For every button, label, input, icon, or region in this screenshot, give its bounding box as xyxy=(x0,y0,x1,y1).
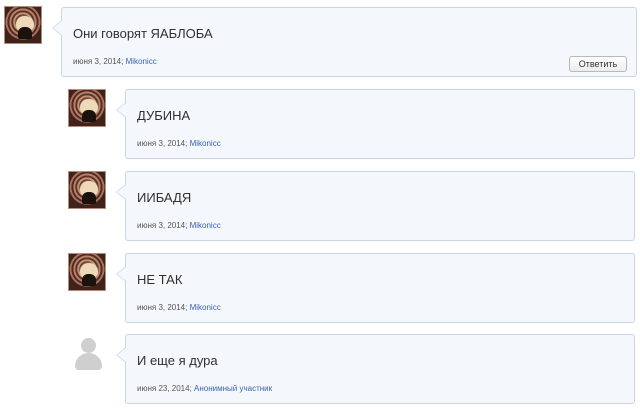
comment-meta: июня 3, 2014; Mikonicc xyxy=(137,139,221,149)
comment-bubble: Они говорят ЯАБЛОБА июня 3, 2014; Mikoni… xyxy=(52,7,637,77)
comment-1: Они говорят ЯАБЛОБА июня 3, 2014; Mikoni… xyxy=(0,0,640,80)
comment-author-link[interactable]: Mikonicc xyxy=(190,139,221,148)
comment-meta: июня 23, 2014; Анонимный участник xyxy=(137,384,272,394)
comment-date: июня 3, 2014; xyxy=(137,221,190,230)
comment-5: И еще я дура июня 23, 2014; Анонимный уч… xyxy=(0,330,640,408)
comment-2: ДУБИНА июня 3, 2014; Mikonicc xyxy=(0,84,640,164)
comment-date: июня 3, 2014; xyxy=(137,139,190,148)
comment-author-link[interactable]: Mikonicc xyxy=(126,57,157,66)
comment-meta: июня 3, 2014; Mikonicc xyxy=(137,221,221,231)
comment-meta: июня 3, 2014; Mikonicc xyxy=(73,57,157,67)
comment-bubble: И еще я дура июня 23, 2014; Анонимный уч… xyxy=(116,334,635,404)
comment-text: Они говорят ЯАБЛОБА xyxy=(73,26,213,41)
reply-button[interactable]: Ответить xyxy=(569,56,627,72)
comment-meta: июня 3, 2014; Mikonicc xyxy=(137,303,221,313)
comment-4: НЕ ТАК июня 3, 2014; Mikonicc xyxy=(0,248,640,328)
avatar-body-icon xyxy=(75,353,102,370)
comment-text: НЕ ТАК xyxy=(137,272,183,287)
comment-author-link[interactable]: Анонимный участник xyxy=(194,384,272,393)
comment-text: ИИБАДЯ xyxy=(137,190,192,205)
comment-date: июня 3, 2014; xyxy=(73,57,126,66)
comment-author-link[interactable]: Mikonicc xyxy=(190,303,221,312)
comment-text: И еще я дура xyxy=(137,353,218,368)
avatar-head-icon xyxy=(81,338,96,353)
default-user-avatar xyxy=(70,334,108,372)
comment-text: ДУБИНА xyxy=(137,108,191,123)
user-avatar[interactable] xyxy=(68,253,106,291)
comment-bubble: НЕ ТАК июня 3, 2014; Mikonicc xyxy=(116,253,635,323)
user-avatar[interactable] xyxy=(4,6,42,44)
comment-bubble: ДУБИНА июня 3, 2014; Mikonicc xyxy=(116,89,635,159)
comment-3: ИИБАДЯ июня 3, 2014; Mikonicc xyxy=(0,166,640,246)
comment-author-link[interactable]: Mikonicc xyxy=(190,221,221,230)
comment-date: июня 23, 2014; xyxy=(137,384,195,393)
user-avatar[interactable] xyxy=(68,171,106,209)
comment-bubble: ИИБАДЯ июня 3, 2014; Mikonicc xyxy=(116,171,635,241)
user-avatar[interactable] xyxy=(68,89,106,127)
comment-date: июня 3, 2014; xyxy=(137,303,190,312)
